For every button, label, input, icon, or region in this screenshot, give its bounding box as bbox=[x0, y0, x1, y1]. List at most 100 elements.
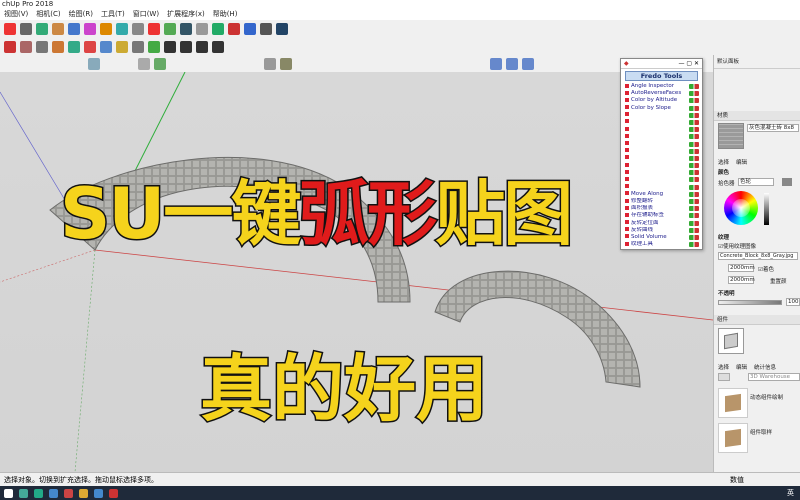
menu-help[interactable]: 帮助(H) bbox=[213, 9, 238, 20]
menu-tools[interactable]: 工具(T) bbox=[101, 9, 125, 20]
line-tool-icon[interactable] bbox=[36, 23, 48, 35]
brightness-slider[interactable] bbox=[764, 193, 769, 225]
component-name-2[interactable]: 组件取样 bbox=[750, 428, 772, 436]
undo-icon[interactable] bbox=[264, 57, 276, 70]
app2-icon[interactable] bbox=[94, 488, 103, 498]
spline-icon[interactable] bbox=[196, 40, 208, 53]
fredo-plugin-icon[interactable] bbox=[88, 57, 100, 70]
menu-window[interactable]: 窗口(W) bbox=[133, 9, 159, 20]
fredo-item-hidden[interactable] bbox=[621, 184, 702, 191]
wechat-icon[interactable] bbox=[19, 488, 28, 498]
sketchup-icon[interactable] bbox=[64, 488, 73, 498]
offset-tool-icon[interactable] bbox=[148, 23, 160, 35]
fredo-item[interactable]: 反转定位面 bbox=[621, 220, 702, 227]
fredo-item-hidden[interactable] bbox=[621, 155, 702, 162]
recycle-icon[interactable] bbox=[154, 57, 166, 70]
texture-height-field[interactable]: 2000mm bbox=[728, 276, 755, 284]
intersect-icon[interactable] bbox=[84, 40, 96, 53]
box-icon[interactable] bbox=[280, 57, 292, 70]
colorize-checkbox[interactable]: ☑着色 bbox=[758, 265, 774, 273]
shield-icon[interactable] bbox=[138, 57, 150, 70]
follow-me-icon[interactable] bbox=[68, 40, 80, 53]
axes-icon[interactable] bbox=[148, 40, 160, 53]
menu-camera[interactable]: 相机(C) bbox=[36, 9, 60, 20]
arc-tool-icon[interactable] bbox=[52, 23, 64, 35]
opacity-field[interactable]: 100 bbox=[786, 298, 800, 306]
browser-icon[interactable] bbox=[49, 488, 58, 498]
fredo-item-hidden[interactable] bbox=[621, 112, 702, 119]
fredo-item-hidden[interactable] bbox=[621, 169, 702, 176]
app3-icon[interactable] bbox=[109, 488, 118, 498]
extension-icon[interactable] bbox=[260, 23, 272, 35]
comp-tab-edit[interactable]: 编辑 bbox=[736, 363, 747, 371]
text-icon[interactable] bbox=[132, 40, 144, 53]
rotate-tool-icon[interactable] bbox=[116, 23, 128, 35]
comp-tab-stats[interactable]: 统计信息 bbox=[754, 363, 776, 371]
tab-select[interactable]: 选择 bbox=[718, 158, 729, 166]
warehouse-icon[interactable] bbox=[244, 23, 256, 35]
zoom-tool-icon[interactable] bbox=[228, 23, 240, 35]
material-name-field[interactable]: 灰色混凝土砖 8x8 bbox=[747, 124, 799, 132]
component-name-1[interactable]: 动态组件绘制 bbox=[750, 393, 783, 401]
component-thumb-1[interactable] bbox=[718, 388, 748, 418]
rectangle-tool-icon[interactable] bbox=[68, 23, 80, 35]
tab-edit[interactable]: 编辑 bbox=[736, 158, 747, 166]
fredo-item-hidden[interactable] bbox=[621, 148, 702, 155]
scale-tool-icon[interactable] bbox=[132, 23, 144, 35]
freehand-icon[interactable] bbox=[20, 40, 32, 53]
fredo-item-hidden[interactable] bbox=[621, 162, 702, 169]
input-method-indicator[interactable]: 英 bbox=[787, 486, 794, 500]
section-icon[interactable] bbox=[100, 40, 112, 53]
fredo-item[interactable]: Color by Altitude bbox=[621, 97, 702, 104]
circle-icon[interactable] bbox=[36, 40, 48, 53]
tape-tool-icon[interactable] bbox=[164, 23, 176, 35]
eraser-tool-icon[interactable] bbox=[20, 23, 32, 35]
use-texture-checkbox[interactable]: ☑使用纹理图像 bbox=[718, 242, 756, 250]
fredo-item-hidden[interactable] bbox=[621, 126, 702, 133]
pan-tool-icon[interactable] bbox=[212, 23, 224, 35]
fredo-item[interactable]: 纹理工具 bbox=[621, 241, 702, 248]
fredo-item[interactable]: Move Along bbox=[621, 191, 702, 198]
menu-view[interactable]: 视图(V) bbox=[4, 9, 28, 20]
texture-width-field[interactable]: 2000mm bbox=[728, 264, 755, 272]
window-controls[interactable]: — ▢ ✕ bbox=[678, 60, 699, 67]
pushpull-tool-icon[interactable] bbox=[84, 23, 96, 35]
fredo-item[interactable]: 反转曲线 bbox=[621, 227, 702, 234]
loft-icon[interactable] bbox=[212, 40, 224, 53]
picker-select[interactable]: 色轮 bbox=[738, 178, 774, 186]
dimension-icon[interactable] bbox=[116, 40, 128, 53]
home-icon[interactable] bbox=[718, 373, 730, 381]
model-viewport[interactable]: SU一键弧形贴图 真的好用 bbox=[0, 72, 713, 472]
reset-color-button[interactable]: 重置颜 bbox=[770, 277, 787, 285]
comp-tab-select[interactable]: 选择 bbox=[718, 363, 729, 371]
move-tool-icon[interactable] bbox=[100, 23, 112, 35]
fredo-item-hidden[interactable] bbox=[621, 141, 702, 148]
face-tool2-icon[interactable] bbox=[506, 57, 518, 70]
start-icon[interactable] bbox=[4, 488, 13, 498]
fredo-item[interactable]: 修整翻转 bbox=[621, 198, 702, 205]
component-thumb-2[interactable] bbox=[718, 423, 748, 453]
fredo-item[interactable]: 存在辅助标签 bbox=[621, 212, 702, 219]
app-icon[interactable] bbox=[34, 488, 43, 498]
color-wheel[interactable] bbox=[724, 191, 758, 225]
orbit-tool-icon[interactable] bbox=[196, 23, 208, 35]
info-icon[interactable] bbox=[276, 23, 288, 35]
current-color-chip[interactable] bbox=[782, 178, 792, 186]
menu-extensions[interactable]: 扩展程序(x) bbox=[167, 9, 205, 20]
curve-tool-icon[interactable] bbox=[164, 40, 176, 53]
fredo-item[interactable]: 面积报表 bbox=[621, 205, 702, 212]
fredo-item[interactable]: AutoReverseFaces bbox=[621, 90, 702, 97]
bezier-icon[interactable] bbox=[180, 40, 192, 53]
fredo-item-hidden[interactable] bbox=[621, 176, 702, 183]
components-section-header[interactable]: 组件 bbox=[714, 315, 800, 325]
fredo-item-hidden[interactable] bbox=[621, 119, 702, 126]
warehouse-search-field[interactable]: 3D Warehouse bbox=[748, 373, 800, 381]
face-tool-icon[interactable] bbox=[490, 57, 502, 70]
folder-icon[interactable] bbox=[79, 488, 88, 498]
select-tool-icon[interactable] bbox=[4, 23, 16, 35]
texture-file-field[interactable]: Concrete_Block_8x8_Gray.jpg bbox=[718, 252, 798, 260]
fredo-item[interactable]: Color by Slope bbox=[621, 105, 702, 112]
paint-tool-icon[interactable] bbox=[180, 23, 192, 35]
fredo-item-hidden[interactable] bbox=[621, 133, 702, 140]
fredo-item[interactable]: Solid Volume bbox=[621, 234, 702, 241]
